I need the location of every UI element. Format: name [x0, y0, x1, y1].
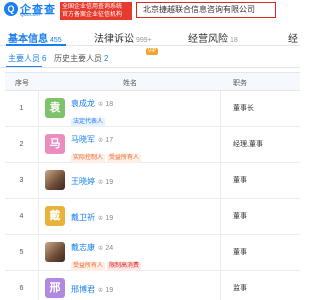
- sub-tabs: 主要人员 6 历史主要人员 2 VIP: [0, 48, 300, 68]
- role-tag[interactable]: 受益所有人: [71, 262, 106, 271]
- related-company-count: 19: [105, 287, 114, 294]
- table-row: 5 戴志康 ♔ 24 受益所有人 限制高消费 董事: [5, 235, 300, 271]
- role-cell: 董事长: [233, 105, 254, 112]
- person-icon: ♔: [98, 216, 104, 222]
- name-cell: 马马晓军 ♔ 17 实际控制人 受益所有人: [39, 127, 221, 164]
- person-name-text[interactable]: 戴志康: [71, 243, 95, 252]
- logo-domain: Qcc.com: [20, 12, 40, 18]
- person-name-text[interactable]: 邢博君: [71, 285, 95, 294]
- table-row: 2 马马晓军 ♔ 17 实际控制人 受益所有人 经理,董事: [5, 127, 300, 163]
- avatar[interactable]: [45, 242, 65, 262]
- name-cell: 邢邢博君 ♔ 19: [39, 271, 221, 300]
- person-icon: ♔: [98, 288, 104, 294]
- role-cell: 监事: [233, 285, 247, 292]
- related-company-count: 19: [105, 179, 114, 186]
- tab-label: 法律诉讼: [94, 34, 134, 45]
- subtab-label: 历史主要人员: [54, 54, 102, 63]
- table-row: 1 袁袁成龙 ♔ 18 法定代表人 董事长: [5, 91, 300, 127]
- role-tag[interactable]: 受益所有人: [107, 154, 142, 163]
- subtab-history-personnel[interactable]: 历史主要人员 2 VIP: [54, 48, 159, 64]
- related-company-count: 19: [105, 215, 114, 222]
- header-index: 序号: [15, 80, 29, 87]
- person-icon: ♔: [98, 246, 104, 252]
- table-row: 3 王晓婷 ♔ 19 董事: [5, 163, 300, 199]
- name-cell: 戴志康 ♔ 24 受益所有人 限制高消费: [39, 235, 221, 272]
- table-row: 6 邢邢博君 ♔ 19 监事: [5, 271, 300, 300]
- active-tab-indicator: [6, 44, 66, 46]
- main-tabs: 基本信息 455 法律诉讼 999+ 经营风险 18 经: [0, 28, 300, 46]
- site-header: Q 企查查 Qcc.com 全国企业信用查询系统 官方备案企业征信机构 北京捷越…: [0, 0, 300, 22]
- person-name[interactable]: 马晓军 ♔ 17: [71, 134, 113, 145]
- tag-list: 受益所有人 限制高消费: [71, 254, 143, 272]
- tab-risk[interactable]: 经营风险 18: [188, 30, 238, 45]
- slogan-banner: 全国企业信用查询系统 官方备案企业征信机构: [60, 2, 132, 20]
- slogan-line-2: 官方备案企业征信机构: [62, 12, 123, 18]
- tag-list: 法定代表人: [71, 110, 107, 128]
- name-cell: 王晓婷 ♔ 19: [39, 163, 221, 198]
- table-header: 序号 姓名 职务: [5, 73, 300, 91]
- tab-label: 经营风险: [188, 34, 228, 45]
- person-icon: ♔: [98, 180, 104, 186]
- tab-business[interactable]: 经: [288, 30, 298, 45]
- tag-list: 实际控制人 受益所有人: [71, 146, 143, 164]
- role-tag[interactable]: 实际控制人: [71, 154, 106, 163]
- tab-count: 18: [230, 37, 238, 44]
- divider: [0, 67, 300, 68]
- row-index: 3: [5, 163, 39, 198]
- related-company-count: 18: [105, 101, 114, 108]
- tab-legal[interactable]: 法律诉讼 999+: [94, 30, 152, 45]
- row-index: 5: [5, 235, 39, 270]
- name-cell: 戴戴卫祈 ♔ 19: [39, 199, 221, 234]
- company-name: 北京捷越联合信息咨询有限公司: [136, 2, 276, 18]
- person-icon: ♔: [98, 138, 104, 144]
- vip-badge: VIP: [146, 48, 159, 55]
- person-name[interactable]: 邢博君 ♔ 19: [71, 284, 113, 295]
- avatar[interactable]: 戴: [45, 206, 65, 226]
- subtab-count: 6: [42, 54, 47, 63]
- person-name-text[interactable]: 马晓军: [71, 135, 95, 144]
- person-icon: ♔: [98, 102, 104, 108]
- row-index: 4: [5, 199, 39, 234]
- tab-count: 455: [50, 37, 62, 44]
- table-body: 1 袁袁成龙 ♔ 18 法定代表人 董事长 2 马马晓军 ♔ 17 实际控制人 受益所有人 经理,董事 3…: [5, 91, 300, 300]
- logo-icon: Q: [4, 2, 18, 16]
- qcc-logo[interactable]: Q 企查查 Qcc.com: [4, 2, 58, 20]
- header-name: 姓名: [123, 80, 137, 87]
- subtab-label: 主要人员: [8, 54, 40, 63]
- person-name-text[interactable]: 袁成龙: [71, 99, 95, 108]
- person-name[interactable]: 戴志康 ♔ 24: [71, 242, 113, 253]
- subtab-main-personnel[interactable]: 主要人员 6: [8, 53, 46, 64]
- person-name-text[interactable]: 戴卫祈: [71, 213, 95, 222]
- tab-label: 经: [288, 34, 298, 45]
- row-index: 2: [5, 127, 39, 162]
- row-index: 6: [5, 271, 39, 300]
- tab-basic-info[interactable]: 基本信息 455: [8, 30, 62, 45]
- header-role: 职务: [233, 80, 247, 87]
- slogan-line-1: 全国企业信用查询系统: [62, 4, 123, 10]
- role-cell: 董事: [233, 177, 247, 184]
- role-cell: 董事: [233, 249, 247, 256]
- subtab-count: 2: [104, 54, 109, 63]
- table-row: 4 戴戴卫祈 ♔ 19 董事: [5, 199, 300, 235]
- role-cell: 经理,董事: [233, 141, 263, 148]
- person-name[interactable]: 王晓婷 ♔ 19: [71, 176, 113, 187]
- avatar[interactable]: 邢: [45, 278, 65, 298]
- related-company-count: 17: [105, 137, 114, 144]
- name-cell: 袁袁成龙 ♔ 18 法定代表人: [39, 91, 221, 128]
- person-name[interactable]: 戴卫祈 ♔ 19: [71, 212, 113, 223]
- person-name-text[interactable]: 王晓婷: [71, 177, 95, 186]
- role-tag[interactable]: 法定代表人: [71, 118, 106, 127]
- avatar[interactable]: 袁: [45, 98, 65, 118]
- avatar[interactable]: [45, 170, 65, 190]
- role-tag[interactable]: 限制高消费: [107, 262, 142, 271]
- tab-count: 999+: [136, 37, 152, 44]
- personnel-table: 序号 姓名 职务 1 袁袁成龙 ♔ 18 法定代表人 董事长 2 马马晓军 ♔ 17 实际控制人 受益…: [5, 72, 300, 300]
- role-cell: 董事: [233, 213, 247, 220]
- row-index: 1: [5, 91, 39, 126]
- avatar[interactable]: 马: [45, 134, 65, 154]
- related-company-count: 24: [105, 245, 114, 252]
- person-name[interactable]: 袁成龙 ♔ 18: [71, 98, 113, 109]
